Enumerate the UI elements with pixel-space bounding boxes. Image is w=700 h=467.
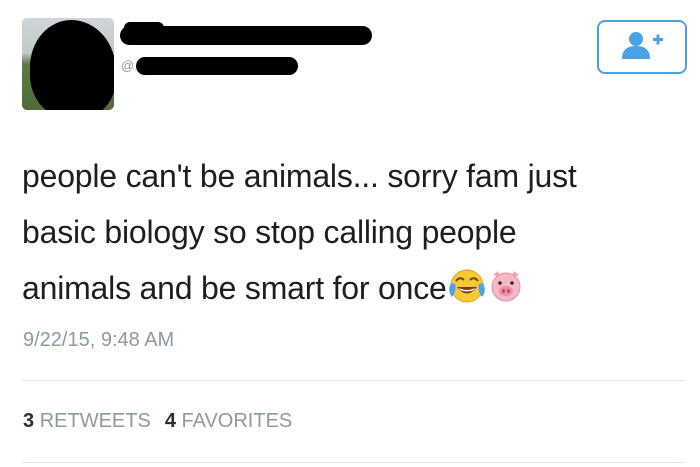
retweets-count: 3 [23, 410, 35, 432]
avatar[interactable] [22, 18, 114, 110]
tweet-text-line: people can't be animals... sorry fam jus… [22, 158, 577, 194]
follow-button[interactable] [597, 20, 687, 74]
tweet-text-line: animals and be smart for once [22, 260, 692, 322]
divider [22, 380, 686, 381]
tweet-text-line-3: animals and be smart for once [22, 270, 447, 306]
face-with-tears-of-joy-icon [448, 266, 486, 322]
retweets-label: RETWEETS [39, 410, 151, 432]
favorites-label: FAVORITES [181, 410, 293, 432]
handle-at-sign: @ [121, 58, 135, 73]
follow-user-plus-icon [619, 30, 665, 65]
pig-face-icon [487, 266, 525, 322]
tweet-stats: 3 RETWEETS 4 FAVORITES [23, 410, 292, 433]
handle-redacted [136, 57, 298, 75]
tweet-text-line: basic biology so stop calling people [22, 214, 517, 250]
display-name-redacted [120, 22, 372, 45]
favorites-count: 4 [164, 410, 176, 432]
favorites-stat[interactable]: 4 FAVORITES [165, 410, 292, 432]
tweet-timestamp[interactable]: 9/22/15, 9:48 AM [23, 329, 174, 352]
divider [22, 462, 686, 463]
avatar-redaction [30, 20, 114, 110]
tweet-text: people can't be animals... sorry fam jus… [22, 148, 692, 322]
retweets-stat[interactable]: 3 RETWEETS [23, 410, 151, 432]
